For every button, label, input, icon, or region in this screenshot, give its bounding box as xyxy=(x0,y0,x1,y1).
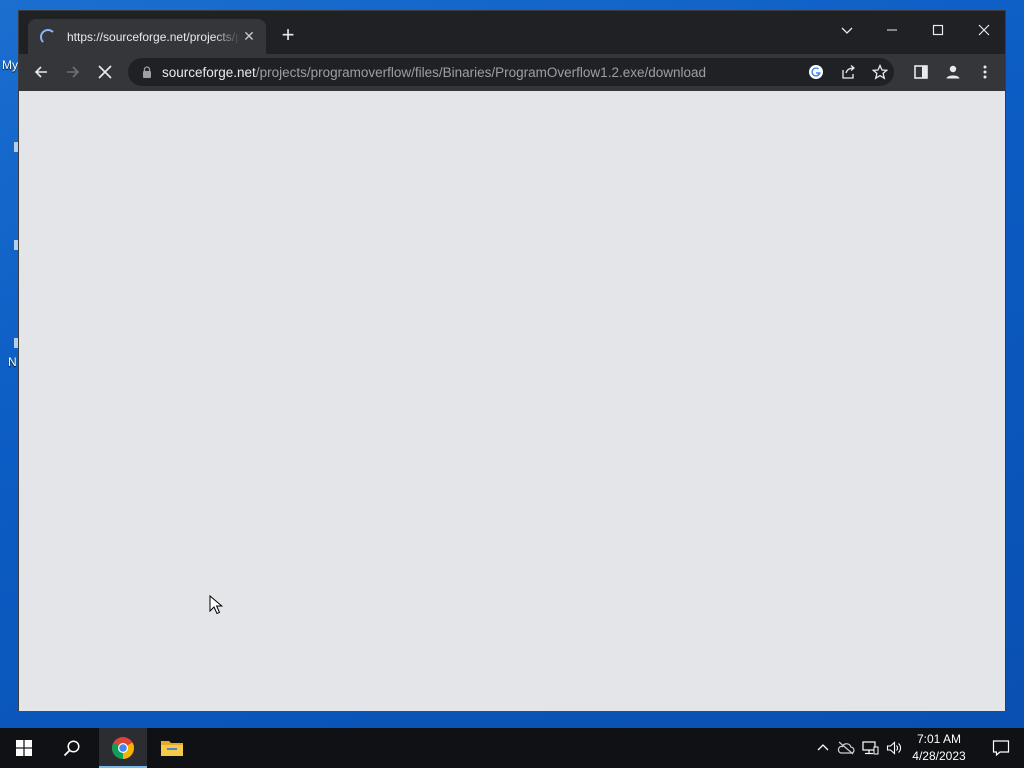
tab-strip: https://sourceforge.net/projects/program… xyxy=(19,11,1005,54)
desktop-icon-label[interactable]: My xyxy=(2,58,18,72)
page-content-area[interactable] xyxy=(19,91,1005,711)
browser-toolbar: sourceforge.net/projects/programoverflow… xyxy=(19,54,1005,91)
maximize-icon xyxy=(932,24,944,36)
url-host: sourceforge.net xyxy=(162,64,256,80)
browser-menu-button[interactable] xyxy=(971,58,999,86)
forward-button[interactable] xyxy=(59,58,87,86)
stop-icon xyxy=(98,65,112,79)
google-lens-button[interactable] xyxy=(804,61,828,83)
taskbar: 7:01 AM 4/28/2023 xyxy=(0,728,1024,768)
network-button[interactable] xyxy=(860,738,880,758)
clock-time: 7:01 AM xyxy=(916,732,962,746)
back-icon xyxy=(34,66,47,78)
volume-icon xyxy=(886,741,901,755)
start-icon xyxy=(16,740,32,756)
profile-button[interactable] xyxy=(939,58,967,86)
mouse-cursor-icon xyxy=(209,595,223,615)
lock-icon xyxy=(143,66,151,78)
loading-spinner-icon xyxy=(40,28,56,45)
taskbar-file-explorer-button[interactable] xyxy=(148,728,196,768)
notification-icon xyxy=(992,740,1010,757)
side-panel-icon xyxy=(914,65,928,79)
chevron-up-icon xyxy=(817,744,829,751)
minimize-icon xyxy=(887,29,897,31)
forward-icon xyxy=(67,66,80,78)
url-path: /projects/programoverflow/files/Binaries… xyxy=(255,64,707,80)
file-explorer-icon xyxy=(161,741,183,756)
google-icon xyxy=(809,65,823,79)
network-icon xyxy=(862,741,879,755)
onedrive-offline-icon xyxy=(837,741,855,755)
share-icon xyxy=(842,65,856,79)
close-window-button[interactable] xyxy=(964,15,1004,45)
desktop-icon-label[interactable]: N xyxy=(8,355,17,369)
stop-loading-button[interactable] xyxy=(91,58,119,86)
back-button[interactable] xyxy=(27,58,55,86)
action-center-button[interactable] xyxy=(978,728,1024,768)
start-button[interactable] xyxy=(0,728,48,768)
menu-icon xyxy=(983,65,987,79)
tab-title: https://sourceforge.net/projects/program… xyxy=(67,29,240,44)
bookmark-button[interactable] xyxy=(868,61,892,83)
minimize-button[interactable] xyxy=(872,15,912,45)
chevron-down-icon xyxy=(841,27,853,34)
maximize-button[interactable] xyxy=(918,15,958,45)
taskbar-clock[interactable]: 7:01 AM 4/28/2023 xyxy=(904,731,974,765)
onedrive-button[interactable] xyxy=(836,738,856,758)
browser-tab[interactable]: https://sourceforge.net/projects/program… xyxy=(28,19,266,54)
search-icon xyxy=(63,740,80,757)
search-button[interactable] xyxy=(48,728,96,768)
browser-window: https://sourceforge.net/projects/program… xyxy=(18,10,1006,711)
clock-date: 4/28/2023 xyxy=(912,749,966,763)
address-bar[interactable]: sourceforge.net/projects/programoverflow… xyxy=(128,58,894,86)
chrome-icon xyxy=(112,737,134,759)
share-button[interactable] xyxy=(836,61,860,83)
tab-search-button[interactable] xyxy=(827,15,867,45)
profile-icon xyxy=(946,65,960,79)
tab-close-icon[interactable]: ✕ xyxy=(240,28,258,45)
volume-button[interactable] xyxy=(884,738,904,758)
url-text: sourceforge.net/projects/programoverflow… xyxy=(162,65,706,80)
taskbar-chrome-button[interactable] xyxy=(99,728,147,768)
new-tab-button[interactable]: + xyxy=(277,24,299,47)
side-panel-button[interactable] xyxy=(907,58,935,86)
show-hidden-icons-button[interactable] xyxy=(813,738,833,758)
star-icon xyxy=(872,64,888,80)
close-icon xyxy=(978,24,990,36)
